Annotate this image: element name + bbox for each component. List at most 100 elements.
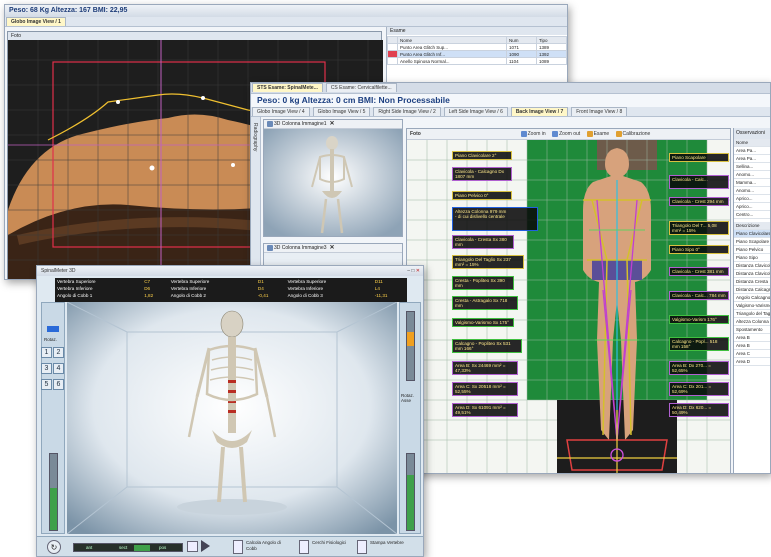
list-item[interactable]: Distanza Calcagno: [734, 286, 770, 294]
table-row[interactable]: Punto Area Glitch Sup... 1071 1389: [387, 43, 567, 51]
measure-label[interactable]: Area D: Dx 620... = 50,49%: [669, 403, 729, 418]
list-item[interactable]: Area B: [734, 342, 770, 350]
measure-label[interactable]: Piano Pelvico 0°: [452, 191, 512, 201]
reset-button[interactable]: ↻: [47, 540, 61, 554]
esame-button[interactable]: Esame: [586, 129, 610, 139]
maximize-icon[interactable]: □: [411, 268, 414, 274]
list-item[interactable]: Angolo Calcagno: [734, 294, 770, 302]
list-item[interactable]: Distanza Clavicola: [734, 262, 770, 270]
view-button-3[interactable]: 3: [41, 363, 52, 374]
right-slider-top[interactable]: [406, 311, 415, 381]
cobb-metrics-table: Vertebra Superiore C7 Vertebra Superiore…: [55, 278, 407, 299]
measure-label[interactable]: Valgismo-Varismo Sx 175°: [452, 318, 514, 328]
minimize-icon[interactable]: –: [407, 268, 410, 274]
list-item[interactable]: Distanza Clavicola: [734, 270, 770, 278]
list-item[interactable]: Area D: [734, 358, 770, 366]
tab-front-image-view[interactable]: Front Image View / 8: [571, 107, 628, 116]
measure-label[interactable]: Area B: Sx 24469 mm² = 47,33%: [452, 361, 518, 376]
close-icon[interactable]: ✕: [330, 244, 335, 252]
mid-foto-toolbar: Foto Zoom in Zoom out Esame Calibrazione: [407, 129, 730, 140]
list-item[interactable]: Triangolo del Taglio: [734, 310, 770, 318]
tab-globo-image-view[interactable]: Globo Image View / 1: [6, 17, 66, 26]
list-item[interactable]: Area B: [734, 334, 770, 342]
list-item[interactable]: Piano Clavicolare: [734, 230, 770, 238]
measure-label[interactable]: Clavicola - Cresta Sx 380 mm: [452, 235, 514, 250]
spine-3d-icon: [267, 244, 273, 251]
list-item[interactable]: Piano Pelvico: [734, 246, 770, 254]
measure-label[interactable]: Clavicola - Crest 294 mm: [669, 197, 729, 207]
list-item[interactable]: Altezza Colonna: [734, 318, 770, 326]
right-slider-bottom[interactable]: [406, 453, 415, 531]
list-item[interactable]: Piano Sipo: [734, 254, 770, 262]
close-icon[interactable]: ✕: [330, 120, 335, 128]
table-row[interactable]: Anello Spinosa Normal... 1104 1089: [387, 57, 567, 65]
list-item[interactable]: Aprico...: [734, 195, 770, 203]
stampa-button[interactable]: Stampa Vertebre: [357, 539, 417, 556]
mid-foto-pane: Foto Zoom in Zoom out Esame Calibrazione: [406, 128, 731, 473]
play-icon[interactable]: [201, 540, 210, 552]
close-icon[interactable]: ✕: [416, 268, 420, 274]
zoom-in-button[interactable]: Zoom in: [520, 129, 546, 139]
left-slider-track[interactable]: [49, 453, 58, 531]
list-item[interactable]: Piano Scapolare: [734, 238, 770, 246]
measure-label[interactable]: Clavicola - Calc...: [669, 175, 729, 189]
measure-label[interactable]: Triangolo Del T... 5,08 mm² = 15%: [669, 221, 729, 236]
measure-label[interactable]: Clavicola - Calcagno Dx 1807 mm: [452, 167, 512, 182]
calibrazione-button[interactable]: Calibrazione: [615, 129, 650, 139]
list-item[interactable]: Aprico...: [734, 203, 770, 211]
tab-sts-esame[interactable]: STS Esame: SpinalMete...: [252, 83, 323, 92]
table-row[interactable]: Punto Area Glitch Inf... 1090 1392: [387, 50, 567, 58]
tab-right-side-view[interactable]: Right Side Image View / 2: [373, 107, 441, 116]
list-item[interactable]: Centro...: [734, 211, 770, 219]
tab-globo-view-4[interactable]: Globo Image View / 4: [252, 107, 310, 116]
position-slider-thumb[interactable]: [134, 545, 150, 551]
measure-label[interactable]: Piano Scapolare: [669, 153, 729, 163]
view-button-2[interactable]: 2: [53, 347, 64, 358]
measure-label[interactable]: Triangolo Del Taglio Sx 237 mm² = 15%: [452, 255, 524, 270]
list-item[interactable]: Anomo...: [734, 171, 770, 179]
measure-label[interactable]: Valgismo-Varism 176°: [669, 315, 729, 325]
metric-label: Vertebra Superiore: [57, 279, 96, 284]
measure-label[interactable]: Cresta - Astragalo Sx 718 mm: [452, 296, 518, 311]
measure-label[interactable]: Clavicola - Crest 381 mm: [669, 267, 729, 277]
list-item[interactable]: Area Pa...: [734, 155, 770, 163]
measure-label[interactable]: Area D: Sx 61091 mm² = 49,51%: [452, 403, 518, 418]
tab-cs-esame[interactable]: CS Esame: Cervicalfilette...: [325, 83, 397, 92]
panel-toggle-button[interactable]: [47, 326, 59, 332]
skeleton-3d-view[interactable]: [67, 302, 397, 534]
view-button-5[interactable]: 5: [41, 379, 52, 390]
tab-back-image-view[interactable]: Back Image View / 7: [510, 107, 569, 116]
position-slider[interactable]: ant sect pos: [73, 543, 183, 552]
tab-left-side-view[interactable]: Left Side Image View / 6: [443, 107, 508, 116]
list-item[interactable]: Nome: [734, 139, 770, 147]
measure-label[interactable]: Area C: Dx 201... = 52,69%: [669, 382, 729, 397]
observations-title: Osservazioni: [734, 128, 770, 139]
measure-label[interactable]: Area B: Dx 270... = 52,65%: [669, 361, 729, 376]
measure-label[interactable]: Calcagno - Popliteo Sx 531 mm 166°: [452, 339, 522, 354]
measure-label[interactable]: Piano Clavicolare 2°: [452, 151, 512, 161]
list-item[interactable]: Area C: [734, 350, 770, 358]
measure-label[interactable]: Calcagno - Popl... 518 mm 158°: [669, 337, 729, 352]
list-item[interactable]: Area Pa...: [734, 147, 770, 155]
measure-label[interactable]: Piano Sipo 0°: [669, 245, 729, 255]
list-item[interactable]: Valgismo-Varismo: [734, 302, 770, 310]
measure-label[interactable]: Altezza Colonna 979 mm - di cui dislivel…: [452, 207, 538, 231]
list-item[interactable]: Spostamento: [734, 326, 770, 334]
esame-label: Esame: [593, 131, 610, 137]
stop-button[interactable]: [187, 541, 198, 552]
view-button-4[interactable]: 4: [53, 363, 64, 374]
list-item[interactable]: Mamma...: [734, 179, 770, 187]
tab-globo-view-5[interactable]: Globo Image View / 5: [312, 107, 371, 116]
list-item[interactable]: Distanza Cresta: [734, 278, 770, 286]
zoom-out-button[interactable]: Zoom out: [552, 129, 580, 139]
sidebar-radiography-label[interactable]: Radiography: [252, 123, 258, 151]
cerchi-button[interactable]: Cerchi Fisiologici: [299, 539, 351, 556]
list-item[interactable]: Anomo...: [734, 187, 770, 195]
view-button-1[interactable]: 1: [41, 347, 52, 358]
measure-label[interactable]: Clavicola - Calc... 784 mm: [669, 291, 729, 301]
measure-label[interactable]: Area C: Sx 20518 mm² = 52,55%: [452, 382, 518, 397]
measure-label[interactable]: Cresta - Popliteo Sx 390 mm: [452, 276, 514, 291]
list-item[interactable]: Sellina...: [734, 163, 770, 171]
view-button-6[interactable]: 6: [53, 379, 64, 390]
calc-cobb-button[interactable]: Calcola Angolo di Cobb: [233, 539, 293, 556]
